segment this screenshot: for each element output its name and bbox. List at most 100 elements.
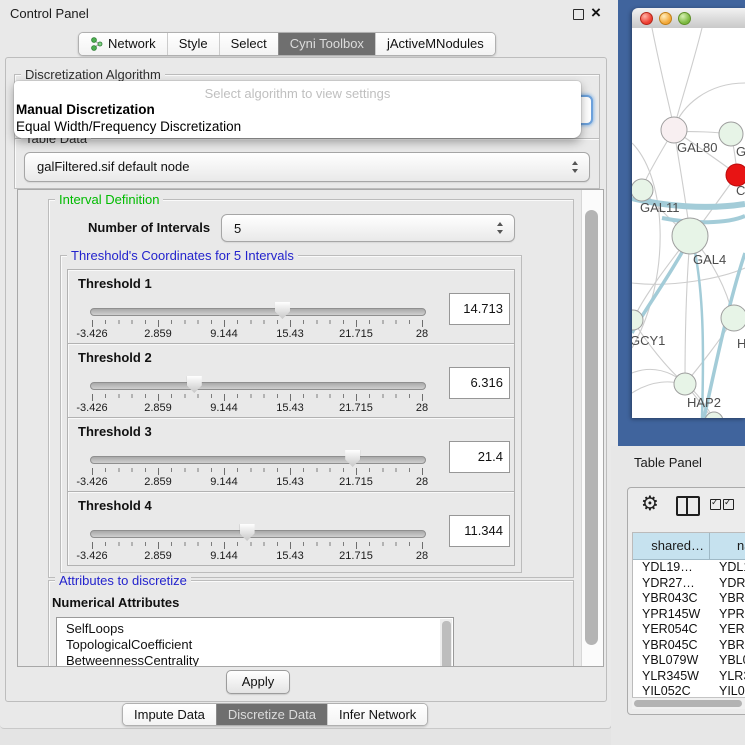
- tab-label: Impute Data: [134, 704, 205, 725]
- dropdown-option-manual[interactable]: Manual Discretization: [16, 102, 155, 117]
- slider-track[interactable]: [90, 308, 426, 316]
- cell: YDR27…: [633, 576, 710, 592]
- number-of-intervals-combobox[interactable]: 5: [221, 214, 515, 242]
- node-gal11[interactable]: [632, 179, 653, 201]
- network-window-titlebar[interactable]: [632, 8, 745, 29]
- table-row[interactable]: YER054CYER0: [633, 622, 745, 638]
- cell: YDR2: [710, 576, 745, 592]
- network-canvas[interactable]: GAL80 GA C GAL11 GAL4 GCY1 H HAP2: [632, 28, 745, 418]
- tab-label: Infer Network: [339, 704, 416, 725]
- group-title: Interval Definition: [55, 192, 163, 207]
- combobox-value: 5: [234, 215, 241, 242]
- threshold-value-field[interactable]: 6.316: [449, 367, 510, 399]
- slider-thumb[interactable]: [275, 302, 290, 319]
- slider-thumb[interactable]: [187, 376, 202, 393]
- table-row[interactable]: YDL19…YDL1: [633, 560, 745, 576]
- tick-label: 28: [416, 328, 428, 340]
- float-window-icon[interactable]: [573, 9, 584, 20]
- table-panel-title: Table Panel: [634, 455, 702, 470]
- network-desktop: GAL80 GA C GAL11 GAL4 GCY1 H HAP2: [618, 0, 745, 446]
- table-data-combobox[interactable]: galFiltered.sif default node: [24, 152, 590, 182]
- node-label: GAL4: [693, 252, 726, 267]
- cell: YBR045C: [633, 638, 710, 654]
- split-view-icon[interactable]: [676, 496, 700, 516]
- numerical-attributes-list[interactable]: SelfLoops TopologicalCoefficient Between…: [56, 617, 454, 667]
- table-row[interactable]: YBR043CYBR0: [633, 591, 745, 607]
- tick-label: 2.859: [144, 476, 172, 488]
- node[interactable]: [719, 122, 743, 146]
- tab-impute-data[interactable]: Impute Data: [123, 704, 216, 725]
- node[interactable]: [721, 305, 745, 331]
- threshold-3-slider[interactable]: -3.426 2.859 9.144 15.43 21.715 28: [92, 448, 422, 490]
- slider-thumb[interactable]: [345, 450, 360, 467]
- node-label: GAL11: [640, 200, 680, 215]
- threshold-2-slider[interactable]: -3.426 2.859 9.144 15.43 21.715 28: [92, 374, 422, 416]
- slider-track[interactable]: [90, 530, 426, 538]
- threshold-1-slider[interactable]: -3.426 2.859 9.144 15.43 21.715 28: [92, 300, 422, 342]
- tick-label: 9.144: [210, 550, 238, 562]
- close-traffic-light[interactable]: [640, 12, 653, 25]
- node-gcy1[interactable]: [632, 310, 643, 330]
- slider-track[interactable]: [90, 456, 426, 464]
- threshold-label: Threshold 3: [78, 424, 152, 439]
- node-label: C: [736, 183, 745, 198]
- table-row[interactable]: YBR045CYBR0: [633, 638, 745, 654]
- close-icon[interactable]: ×: [591, 3, 601, 23]
- spinner-arrows-icon: [497, 222, 504, 234]
- tick-label: 15.43: [276, 476, 304, 488]
- node-label: GAL80: [677, 140, 717, 155]
- tick-label: 2.859: [144, 328, 172, 340]
- tab-discretize-data[interactable]: Discretize Data: [216, 704, 327, 725]
- gear-icon[interactable]: ⚙: [641, 491, 659, 516]
- column-header-shared-name[interactable]: shared…: [633, 533, 710, 559]
- tab-infer-network[interactable]: Infer Network: [327, 704, 427, 725]
- zoom-traffic-light[interactable]: [678, 12, 691, 25]
- tick-label: 21.715: [339, 328, 373, 340]
- tab-jactivemnodules[interactable]: jActiveMNodules: [375, 33, 495, 55]
- list-item[interactable]: TopologicalCoefficient: [57, 637, 453, 653]
- tick-label: 9.144: [210, 402, 238, 414]
- threshold-label: Threshold 1: [78, 276, 152, 291]
- threshold-value-field[interactable]: 21.4: [449, 441, 510, 473]
- node-gal4[interactable]: [672, 218, 708, 254]
- cell: YBR0: [710, 638, 745, 654]
- minimize-traffic-light[interactable]: [659, 12, 672, 25]
- list-item[interactable]: BetweennessCentrality: [57, 653, 453, 667]
- table-row[interactable]: YLR345WYLR3: [633, 669, 745, 685]
- combobox-value: galFiltered.sif default node: [37, 153, 189, 180]
- scrollbar-thumb[interactable]: [585, 210, 598, 645]
- column-header-name[interactable]: na: [710, 533, 745, 559]
- node-hap2[interactable]: [674, 373, 696, 395]
- tick-label: 15.43: [276, 328, 304, 340]
- cell: YDL19…: [633, 560, 710, 576]
- threshold-2-panel: Threshold 2 -3.426 2.859 9.144 15.43: [67, 343, 515, 418]
- tab-label: jActiveMNodules: [387, 33, 484, 55]
- scrollbar-thumb[interactable]: [634, 700, 742, 707]
- table-row[interactable]: YPR145WYPR1: [633, 607, 745, 623]
- dropdown-option-equal-width[interactable]: Equal Width/Frequency Discretization: [16, 119, 241, 134]
- select-columns-icon[interactable]: [710, 499, 734, 510]
- slider-track[interactable]: [90, 382, 426, 390]
- tab-cyni-toolbox[interactable]: Cyni Toolbox: [278, 33, 375, 55]
- table-row[interactable]: YBL079WYBL0: [633, 653, 745, 669]
- threshold-value-field[interactable]: 14.713: [449, 293, 510, 325]
- threshold-4-slider[interactable]: -3.426 2.859 9.144 15.43 21.715 28: [92, 522, 422, 564]
- table-row[interactable]: YDR27…YDR2: [633, 576, 745, 592]
- threshold-value-field[interactable]: 11.344: [449, 515, 510, 547]
- table-horizontal-scrollbar[interactable]: [632, 697, 745, 709]
- network-view-window[interactable]: GAL80 GA C GAL11 GAL4 GCY1 H HAP2: [632, 8, 745, 418]
- slider-thumb[interactable]: [240, 524, 255, 541]
- slider-major-ticks: [92, 320, 423, 327]
- apply-button[interactable]: Apply: [226, 670, 290, 694]
- list-item[interactable]: SelfLoops: [57, 621, 453, 637]
- tab-style[interactable]: Style: [167, 33, 219, 55]
- tab-select[interactable]: Select: [219, 33, 278, 55]
- table-header-row: shared… na: [633, 533, 745, 560]
- tick-label: 2.859: [144, 550, 172, 562]
- settings-scrollbar[interactable]: [581, 190, 603, 666]
- table-panel-body: ⚙ shared… na YDL19…YDL1 YDR27…YDR2 YBR04…: [627, 487, 745, 715]
- list-scrollbar[interactable]: [440, 619, 452, 667]
- tab-network[interactable]: Network: [79, 33, 167, 55]
- tick-label: 21.715: [339, 550, 373, 562]
- threshold-label: Threshold 4: [78, 498, 152, 513]
